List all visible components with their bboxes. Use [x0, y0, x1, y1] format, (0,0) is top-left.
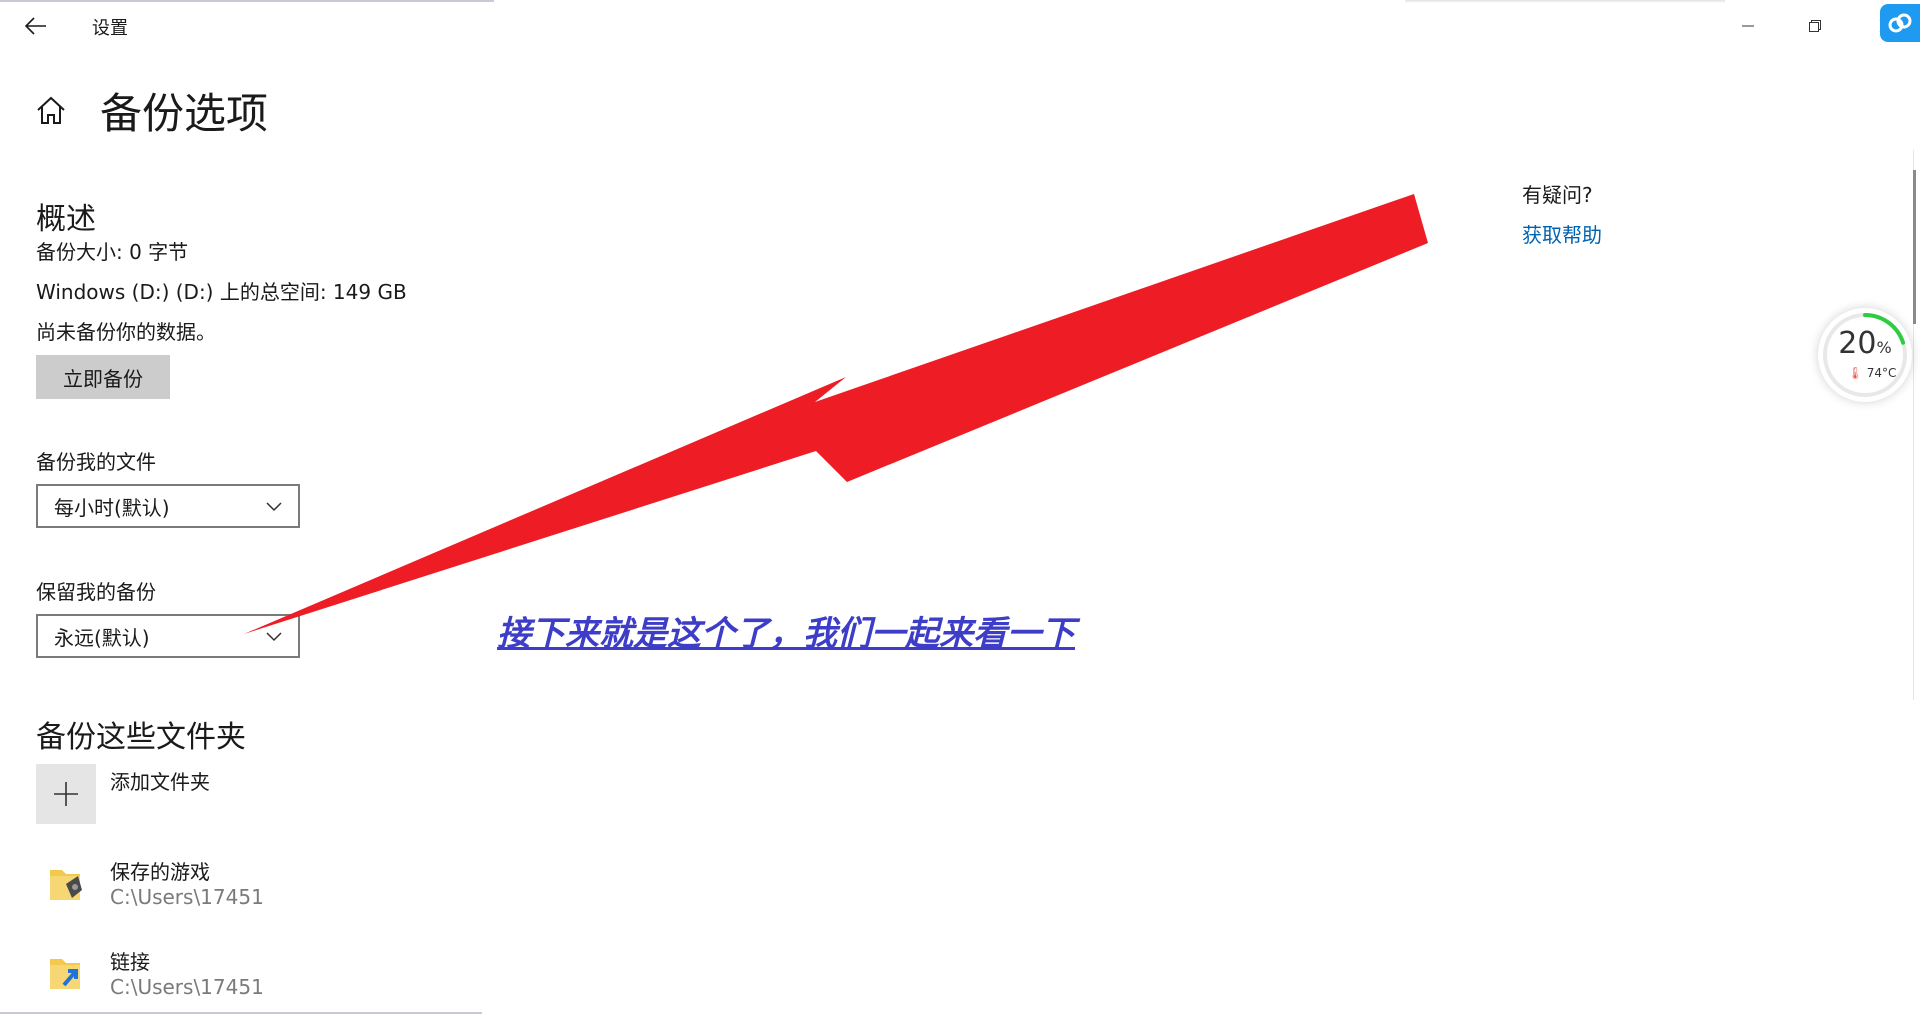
folder-path: C:\Users\17451 [110, 975, 264, 999]
backup-size-text: 备份大小: 0 字节 [36, 240, 189, 264]
restore-icon [1809, 20, 1821, 32]
total-space-text: Windows (D:) (D:) 上的总空间: 149 GB [36, 280, 407, 304]
gauge-temperature-display: 🌡︎ 74°C [1832, 366, 1912, 380]
overview-heading: 概述 [36, 202, 96, 237]
get-help-link[interactable]: 获取帮助 [1522, 219, 1602, 248]
annotation-caption: 接下来就是这个了，我们一起来看一下 [497, 614, 1075, 654]
gauge-percent: 20 [1838, 326, 1877, 361]
retention-dropdown[interactable]: 永远(默认) [36, 614, 300, 658]
frequency-dropdown[interactable]: 每小时(默认) [36, 484, 300, 528]
performance-gauge[interactable]: 20% 🌡︎ 74°C [1818, 308, 1912, 402]
back-arrow-icon [25, 17, 46, 35]
scrollbar-thumb[interactable] [1913, 170, 1916, 324]
links-folder-icon [50, 959, 80, 989]
minimize-button[interactable] [1720, 6, 1776, 46]
add-folder-label[interactable]: 添加文件夹 [110, 766, 210, 795]
gauge-unit: % [1876, 338, 1892, 357]
restore-button[interactable] [1787, 6, 1843, 46]
bottom-border [0, 1012, 482, 1014]
gauge-percent-display: 20% [1818, 326, 1912, 361]
thermometer-icon: 🌡︎ [1847, 366, 1863, 380]
folder-name[interactable]: 链接 [110, 946, 150, 975]
retention-value: 永远(默认) [54, 625, 150, 650]
frequency-value: 每小时(默认) [54, 495, 170, 520]
red-arrow-annotation [244, 194, 1428, 634]
gauge-temperature: 74°C [1866, 366, 1897, 380]
cloud-sync-badge[interactable] [1880, 4, 1920, 42]
app-title: 设置 [92, 18, 128, 39]
backup-now-button[interactable]: 立即备份 [36, 355, 170, 399]
chevron-down-icon [266, 502, 282, 512]
folder-name[interactable]: 保存的游戏 [110, 856, 210, 885]
cloud-link-icon [1888, 13, 1912, 33]
plus-icon [54, 782, 78, 806]
popup-shadow [1405, 0, 1725, 3]
help-question: 有疑问? [1522, 183, 1593, 207]
window-top-border [0, 0, 494, 2]
add-folder-button[interactable] [36, 764, 96, 824]
frequency-label: 备份我的文件 [36, 450, 156, 474]
home-icon[interactable] [33, 93, 69, 129]
backup-status-text: 尚未备份你的数据。 [36, 320, 216, 344]
folder-path: C:\Users\17451 [110, 885, 264, 909]
back-button[interactable] [18, 8, 54, 44]
minimize-icon [1742, 25, 1754, 27]
saved-games-folder-icon [50, 870, 82, 900]
chevron-down-icon [266, 632, 282, 642]
folders-heading: 备份这些文件夹 [36, 720, 246, 755]
page-title: 备份选项 [100, 89, 269, 138]
retention-label: 保留我的备份 [36, 580, 156, 604]
